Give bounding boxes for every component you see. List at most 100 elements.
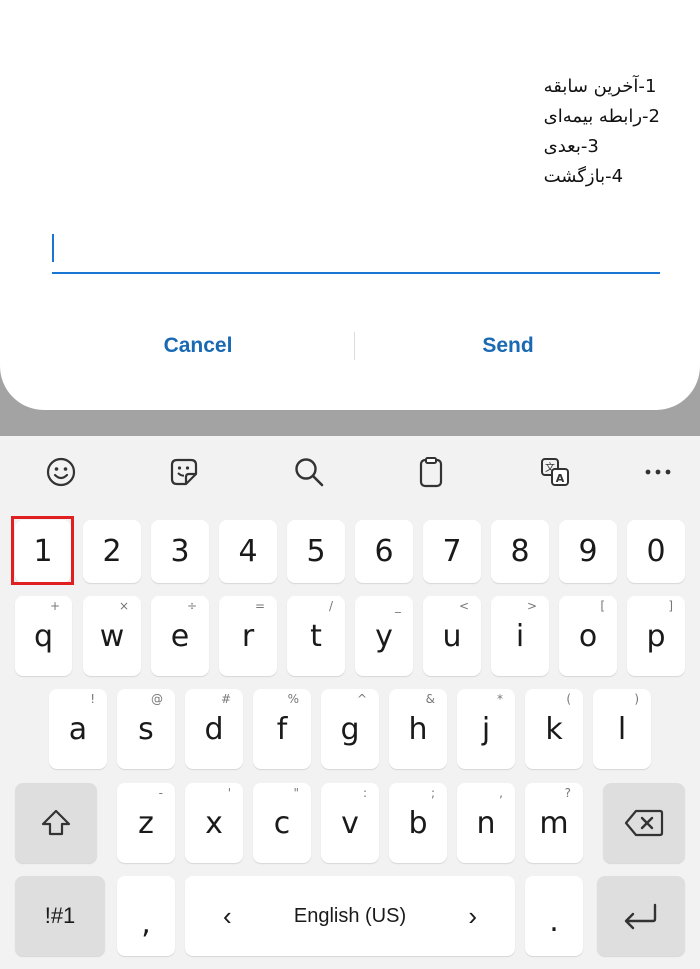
key-alt-label: : — [362, 786, 367, 800]
key-g[interactable]: ^ g — [321, 689, 379, 769]
actions-divider — [354, 332, 355, 360]
key-label: a — [68, 711, 88, 747]
key-f[interactable]: % f — [253, 689, 311, 769]
symbols-key[interactable]: !#1 — [15, 876, 105, 956]
key-label: f — [276, 711, 288, 747]
input-dialog: 1-آخرین سابقه 2-رابطه بیمه‌ای 3-بعدی 4-ب… — [0, 0, 700, 410]
backspace-icon — [624, 809, 664, 837]
key-alt-label: % — [287, 692, 299, 706]
key-9[interactable]: 9 — [559, 520, 617, 583]
search-icon[interactable] — [289, 452, 329, 492]
shift-icon — [41, 809, 71, 836]
key-w[interactable]: × w — [83, 596, 141, 676]
key-alt-label: / — [328, 599, 333, 613]
key-x[interactable]: ' x — [185, 783, 243, 863]
input-underline — [52, 272, 660, 274]
svg-text:A: A — [556, 472, 565, 485]
key-e[interactable]: ÷ e — [151, 596, 209, 676]
key-label: m — [539, 805, 569, 841]
key-b[interactable]: ; b — [389, 783, 447, 863]
translate-icon[interactable]: 文A — [535, 452, 575, 492]
shift-key[interactable] — [15, 783, 97, 863]
key-label: y — [375, 618, 393, 654]
key-alt-label: @ — [151, 692, 163, 706]
key-alt-label: ) — [634, 692, 639, 706]
key-a[interactable]: ! a — [49, 689, 107, 769]
text-caret — [52, 234, 54, 262]
key-label: e — [170, 618, 190, 654]
key-v[interactable]: :v — [321, 783, 379, 863]
key-i[interactable]: > i — [491, 596, 549, 676]
key-1[interactable]: 1 — [15, 520, 71, 583]
key-label: p — [646, 618, 666, 654]
key-label: d — [204, 711, 224, 747]
key-label: !#1 — [44, 903, 76, 928]
key-label: g — [340, 711, 360, 747]
key-label: k — [545, 711, 563, 747]
key-m[interactable]: ? m — [525, 783, 583, 863]
comma-key[interactable]: , — [117, 876, 175, 956]
clipboard-icon[interactable] — [411, 452, 451, 492]
key-z[interactable]: -z — [117, 783, 175, 863]
key-8[interactable]: 8 — [491, 520, 549, 583]
sticker-icon[interactable] — [164, 452, 204, 492]
key-4[interactable]: 4 — [219, 520, 277, 583]
backspace-key[interactable] — [603, 783, 685, 863]
key-5[interactable]: 5 — [287, 520, 345, 583]
dialog-actions: Cancel Send — [0, 320, 700, 372]
key-p[interactable]: ] p — [627, 596, 685, 676]
key-alt-label: & — [425, 692, 435, 706]
key-label: t — [310, 618, 322, 654]
key-label: s — [138, 711, 154, 747]
key-t[interactable]: / t — [287, 596, 345, 676]
key-3[interactable]: 3 — [151, 520, 209, 583]
key-d[interactable]: # d — [185, 689, 243, 769]
key-label: l — [617, 711, 627, 747]
key-n[interactable]: ,n — [457, 783, 515, 863]
space-right-arrow: › — [468, 900, 477, 931]
key-h[interactable]: & h — [389, 689, 447, 769]
key-label: 7 — [442, 534, 462, 569]
key-s[interactable]: @ s — [117, 689, 175, 769]
key-j[interactable]: * j — [457, 689, 515, 769]
key-alt-label: , — [499, 786, 503, 800]
key-7[interactable]: 7 — [423, 520, 481, 583]
cancel-button[interactable]: Cancel — [48, 320, 348, 372]
key-label: 6 — [374, 534, 394, 569]
key-0[interactable]: 0 — [627, 520, 685, 583]
more-icon[interactable] — [638, 452, 678, 492]
space-key[interactable]: ‹ English (US) › — [185, 876, 515, 956]
key-k[interactable]: (k — [525, 689, 583, 769]
menu-option-2: 2-رابطه بیمه‌ای — [543, 106, 660, 127]
reply-input[interactable] — [52, 226, 660, 274]
key-alt-label: ! — [90, 692, 95, 706]
key-label: 3 — [170, 534, 190, 569]
keyboard-toolbar: 文A — [0, 436, 700, 508]
key-6[interactable]: 6 — [355, 520, 413, 583]
key-y[interactable]: _ y — [355, 596, 413, 676]
key-r[interactable]: = r — [219, 596, 277, 676]
key-alt-label: ] — [668, 599, 673, 613]
key-u[interactable]: < u — [423, 596, 481, 676]
key-label: i — [515, 618, 525, 654]
key-label: n — [476, 805, 496, 841]
key-label: q — [33, 618, 54, 654]
key-c[interactable]: " c — [253, 783, 311, 863]
key-alt-label: ( — [566, 692, 571, 706]
key-alt-label: ÷ — [186, 599, 197, 613]
key-label: , — [141, 905, 151, 941]
send-button[interactable]: Send — [358, 320, 658, 372]
key-alt-label: + — [49, 599, 60, 613]
key-q[interactable]: + q — [15, 596, 72, 676]
emoji-icon[interactable] — [41, 452, 81, 492]
key-label: 4 — [238, 534, 258, 569]
key-alt-label: [ — [600, 599, 605, 613]
key-label: x — [205, 805, 223, 841]
period-key[interactable]: . — [525, 876, 583, 956]
enter-key[interactable] — [597, 876, 685, 956]
key-alt-label: _ — [395, 599, 401, 613]
key-alt-label: ? — [564, 786, 571, 800]
key-2[interactable]: 2 — [83, 520, 141, 583]
key-l[interactable]: ) l — [593, 689, 651, 769]
key-o[interactable]: [o — [559, 596, 617, 676]
